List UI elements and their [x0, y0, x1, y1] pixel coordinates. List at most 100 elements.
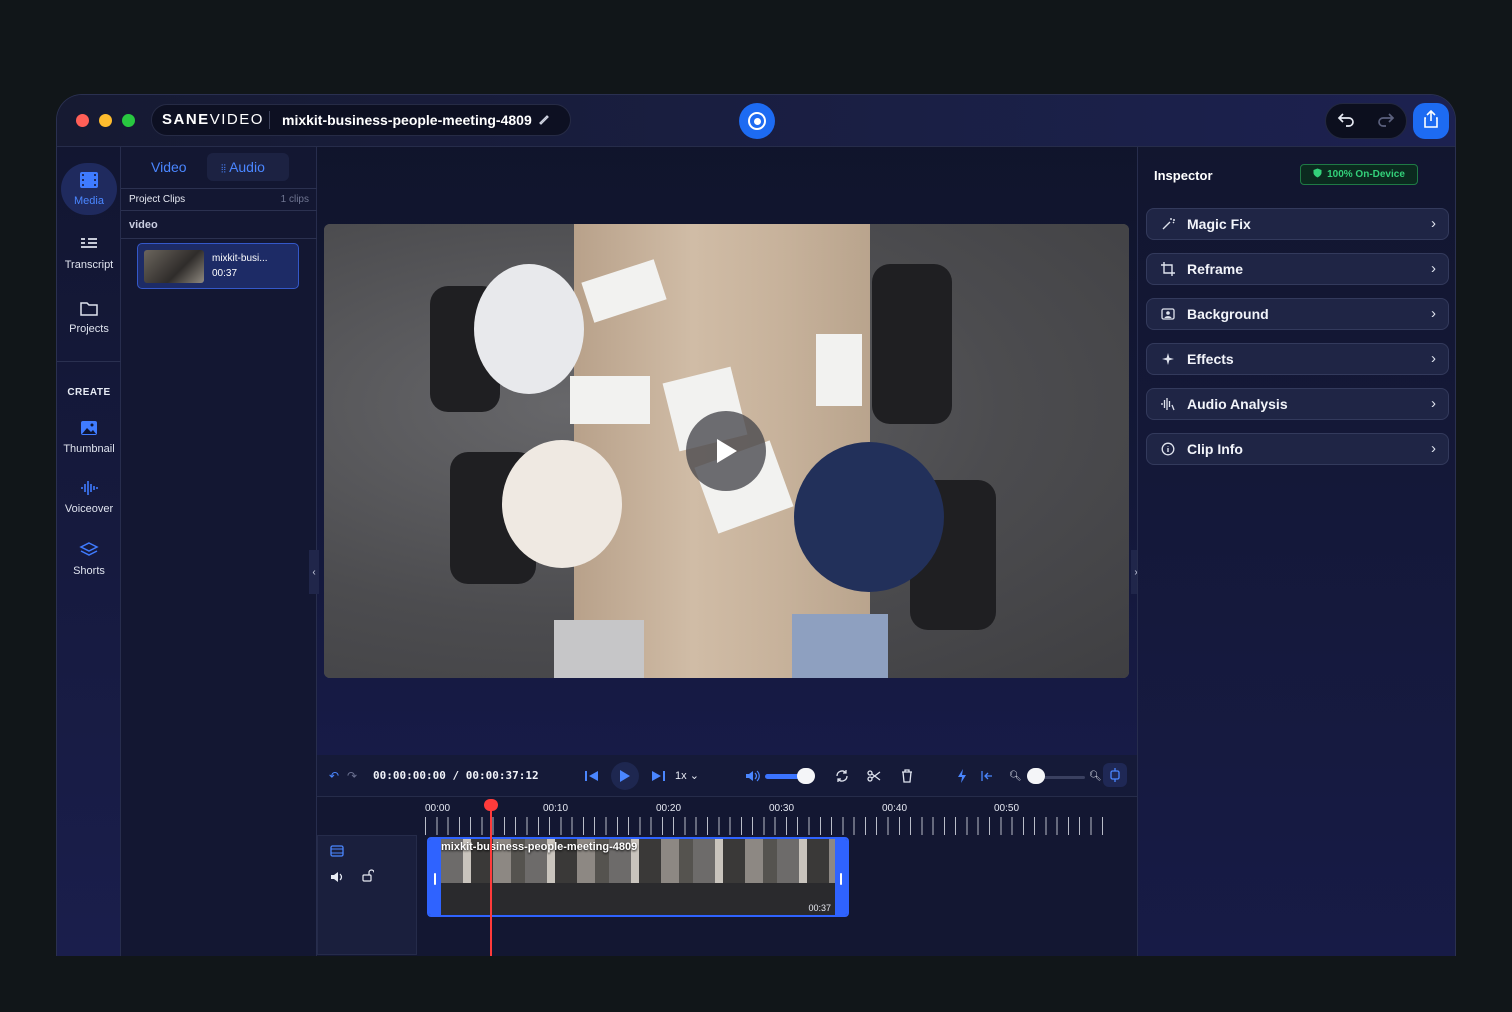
track-header: [317, 835, 417, 955]
rail-item-media[interactable]: Media: [61, 163, 117, 215]
redo-icon[interactable]: [1377, 111, 1395, 132]
share-button[interactable]: [1413, 103, 1449, 139]
record-icon: [748, 112, 766, 130]
playback-speed-select[interactable]: 1x ⌄: [675, 769, 699, 782]
inspector-row-effects[interactable]: Effects ›: [1146, 343, 1449, 375]
rail-item-label: Transcript: [64, 259, 114, 271]
timeline-ruler[interactable]: 00:00 00:10 00:20 00:30 00:40 00:50: [425, 797, 1105, 835]
step-forward-icon[interactable]: [651, 767, 665, 785]
ruler-label: 00:20: [656, 803, 682, 814]
zoom-window-button[interactable]: [122, 114, 135, 127]
app-window: SANEVIDEO mixkit-business-people-meeting…: [56, 94, 1456, 956]
ruler-label: 00:40: [882, 803, 908, 814]
speaker-icon[interactable]: [745, 767, 761, 785]
lightning-icon[interactable]: [957, 767, 967, 785]
trash-icon[interactable]: [901, 767, 913, 785]
layers-icon: [79, 541, 99, 561]
project-clips-header: Project Clips 1 clips: [121, 189, 317, 211]
chevron-right-icon: ›: [1431, 350, 1436, 367]
clip-trim-handle-left[interactable]: [429, 839, 441, 915]
inspector-row-label: Background: [1187, 306, 1269, 322]
tab-video[interactable]: Video: [151, 159, 187, 175]
record-button[interactable]: [739, 103, 775, 139]
rail-item-thumbnail[interactable]: Thumbnail: [57, 419, 121, 455]
inspector-row-audio-analysis[interactable]: Audio Analysis ›: [1146, 388, 1449, 420]
loop-icon[interactable]: [835, 767, 849, 785]
video-frame-person: [794, 442, 944, 592]
rail-item-shorts[interactable]: Shorts: [57, 541, 121, 577]
video-track-icon[interactable]: [330, 844, 344, 862]
ruler-label: 00:00: [425, 803, 451, 814]
inspector-row-label: Clip Info: [1187, 441, 1243, 457]
inspector-row-clip-info[interactable]: Clip Info ›: [1146, 433, 1449, 465]
volume-slider-knob[interactable]: [797, 768, 815, 784]
video-preview[interactable]: [324, 224, 1129, 678]
timeline-clip-duration: 00:37: [808, 903, 831, 913]
jump-to-start-icon[interactable]: [981, 767, 993, 785]
on-device-badge: 100% On-Device: [1300, 164, 1418, 185]
minimize-window-button[interactable]: [99, 114, 112, 127]
project-title[interactable]: mixkit-business-people-meeting-4809: [270, 112, 532, 128]
media-panel: Video ⦙⦙ Audio Project Clips 1 clips vid…: [121, 147, 317, 956]
waveform-icon: ⦙⦙: [221, 163, 226, 175]
ruler-label: 00:30: [769, 803, 795, 814]
rail-item-transcript[interactable]: Transcript: [57, 235, 121, 271]
inspector-row-label: Magic Fix: [1187, 216, 1251, 232]
chevron-right-icon: ›: [1431, 260, 1436, 277]
film-icon: [79, 171, 99, 191]
inspector-row-reframe[interactable]: Reframe ›: [1146, 253, 1449, 285]
transcript-icon: [79, 235, 99, 255]
play-overlay-button[interactable]: [686, 411, 766, 491]
rail-item-voiceover[interactable]: Voiceover: [57, 479, 121, 515]
scissors-icon[interactable]: [867, 767, 881, 785]
video-frame-person: [502, 440, 622, 568]
timeline-panel: ↶ ↷ 00:00:00:00 / 00:00:37:12 1x ⌄ 🔍︎ 🔍︎…: [317, 755, 1137, 956]
zoom-slider-knob[interactable]: [1027, 768, 1045, 784]
background-icon: [1161, 307, 1175, 321]
media-clip-card[interactable]: mixkit-busi... 00:37: [137, 243, 299, 289]
timecode-display: 00:00:00:00 / 00:00:37:12: [373, 769, 539, 782]
title-bar: SANEVIDEO mixkit-business-people-meeting…: [57, 95, 1455, 147]
play-icon: [620, 770, 630, 782]
playhead-handle[interactable]: [484, 799, 498, 811]
clip-trim-handle-right[interactable]: [835, 839, 847, 915]
rail-item-label: Projects: [69, 323, 109, 335]
inspector-row-background[interactable]: Background ›: [1146, 298, 1449, 330]
undo-redo-group: [1325, 103, 1407, 139]
brand-logo: SANEVIDEO: [152, 111, 270, 129]
close-window-button[interactable]: [76, 114, 89, 127]
step-back-icon[interactable]: [585, 767, 599, 785]
unlock-icon[interactable]: [362, 869, 375, 887]
chevron-right-icon: ›: [1431, 395, 1436, 412]
redo-icon[interactable]: ↷: [347, 767, 357, 785]
folder-icon: [79, 299, 99, 319]
inspector-row-label: Reframe: [1187, 261, 1244, 277]
inspector-row-label: Effects: [1187, 351, 1234, 367]
play-button[interactable]: [611, 762, 639, 790]
chevron-right-icon: ›: [1431, 215, 1436, 232]
info-icon: [1161, 442, 1175, 456]
undo-icon[interactable]: ↶: [329, 767, 339, 785]
share-icon: [1423, 109, 1439, 133]
rail-item-label: Media: [74, 195, 104, 207]
snap-toggle-icon[interactable]: [1103, 763, 1127, 787]
video-frame-paper: [792, 614, 888, 678]
playhead[interactable]: [490, 801, 492, 956]
inspector-row-label: Audio Analysis: [1187, 396, 1288, 412]
speaker-icon[interactable]: [330, 870, 345, 888]
collapse-left-panel-button[interactable]: ‹: [309, 550, 319, 594]
chevron-right-icon: ›: [1431, 305, 1436, 322]
pencil-icon[interactable]: [538, 113, 550, 128]
inspector-row-magic-fix[interactable]: Magic Fix ›: [1146, 208, 1449, 240]
rail-item-projects[interactable]: Projects: [57, 299, 121, 335]
undo-icon[interactable]: [1337, 111, 1355, 132]
zoom-out-icon[interactable]: 🔍︎: [1009, 767, 1022, 785]
video-frame-paper: [554, 620, 644, 678]
video-frame-paper: [570, 376, 650, 424]
tab-audio-label: Audio: [229, 159, 265, 175]
create-heading: CREATE: [67, 387, 111, 398]
tab-audio[interactable]: ⦙⦙ Audio: [221, 159, 265, 176]
zoom-in-icon[interactable]: 🔍︎: [1089, 767, 1102, 785]
image-icon: [79, 419, 99, 439]
chevron-right-icon: ›: [1431, 440, 1436, 457]
